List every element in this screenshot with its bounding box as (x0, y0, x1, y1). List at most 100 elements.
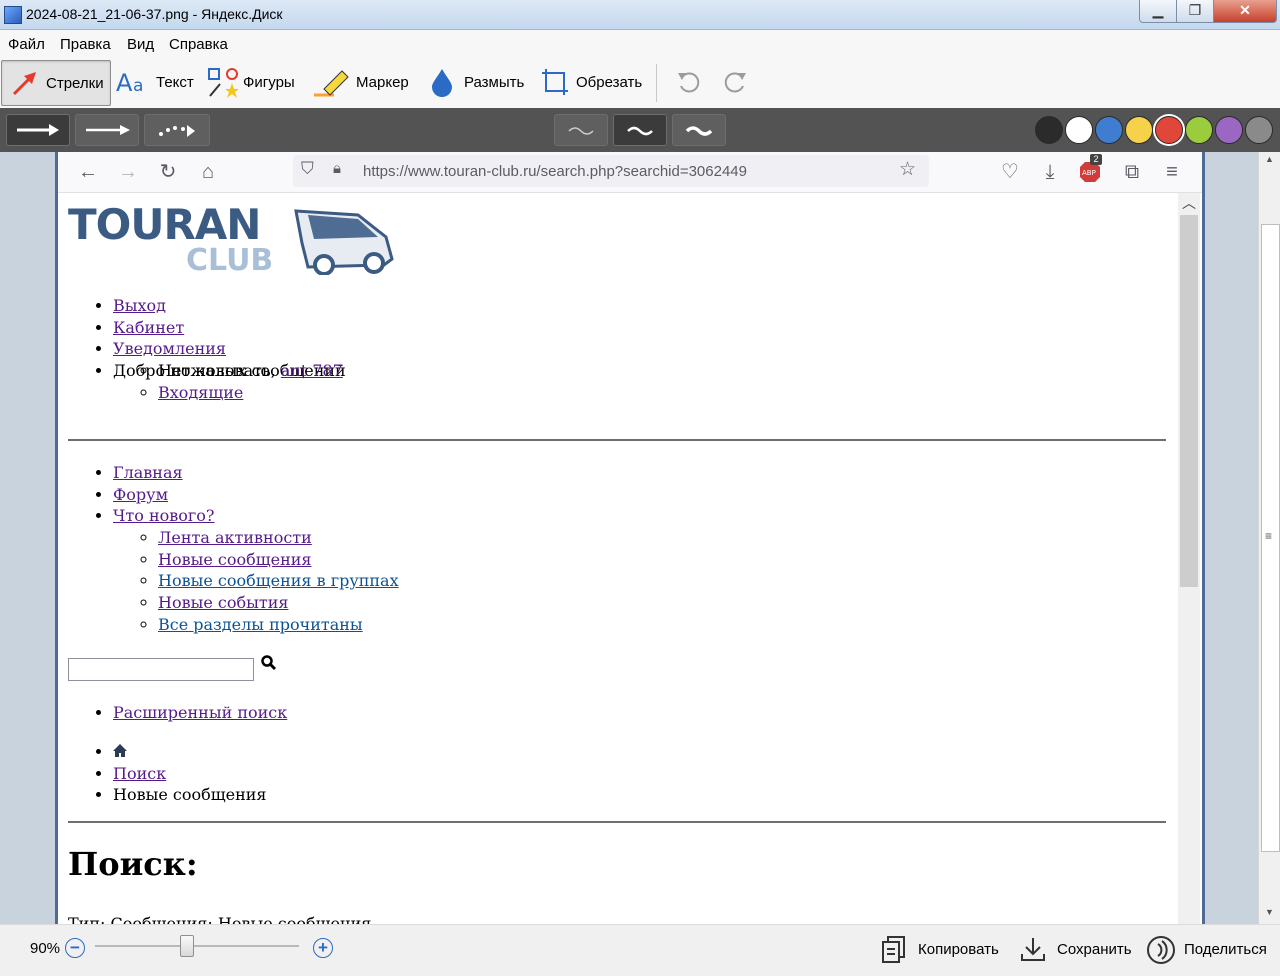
share-icon (1146, 935, 1175, 964)
page-scrollbar-thumb[interactable] (1180, 215, 1198, 587)
maximize-button[interactable]: ❐ (1176, 0, 1214, 23)
cabinet-link[interactable]: Кабинет (113, 318, 184, 337)
scroll-down-arrow-icon: ▼ (1265, 907, 1274, 917)
zoom-slider[interactable] (95, 945, 299, 947)
shield-icon: ⛉ (301, 159, 314, 178)
text-tool[interactable]: Aa Текст (116, 60, 194, 104)
marker-tool[interactable]: Маркер (314, 60, 409, 104)
arrow-icon (10, 68, 40, 98)
color-red-selected[interactable] (1155, 116, 1183, 144)
share-label: Поделиться (1184, 940, 1267, 958)
breadcrumb-search-link[interactable]: Поиск (113, 764, 166, 783)
minimize-button[interactable]: ▁ (1139, 0, 1177, 23)
dotted-arrow-icon (159, 125, 195, 137)
shapes-tool[interactable]: Фигуры (207, 60, 295, 104)
username-link[interactable]: ant 787 (281, 361, 343, 380)
image-canvas[interactable]: ← → ↻ ⌂ ⛉ 🔒︎ https://www.touran-club.ru/… (0, 152, 1280, 924)
addon-badge: 2 (1090, 154, 1102, 165)
text-tool-label: Текст (156, 73, 194, 91)
shapes-icon (207, 67, 239, 98)
color-white[interactable] (1065, 116, 1093, 144)
new-events-link[interactable]: Новые события (158, 593, 288, 612)
arrow-style-dotted[interactable] (144, 114, 210, 146)
menu-edit[interactable]: Правка (60, 36, 111, 53)
blur-drop-icon (428, 67, 458, 97)
list-item: Выход (113, 295, 346, 317)
save-label: Сохранить (1057, 940, 1132, 958)
zoom-in-button[interactable]: + (313, 938, 333, 958)
main-nav: Главная Форум Что нового? Лента активнос… (113, 462, 399, 634)
advanced-search-list: Расширенный поиск (113, 702, 287, 724)
activity-link[interactable]: Лента активности (158, 528, 312, 547)
divider (68, 821, 1166, 823)
search-icon[interactable] (261, 655, 277, 675)
save-button[interactable]: Сохранить (1019, 933, 1132, 965)
search-input[interactable] (68, 658, 254, 681)
list-item: Кабинет (113, 317, 346, 339)
color-black[interactable] (1035, 116, 1063, 144)
scroll-up-icon: ︿ (1182, 195, 1196, 211)
whats-new-link[interactable]: Что нового? (113, 506, 214, 525)
color-yellow[interactable] (1125, 116, 1153, 144)
notifications-link[interactable]: Уведомления (113, 339, 226, 358)
list-item: Новые сообщения (158, 549, 399, 571)
breadcrumb: Поиск Новые сообщения (113, 741, 267, 806)
home-icon: ⌂ (201, 161, 215, 183)
divider (68, 439, 1166, 441)
arrows-tool-label: Стрелки (46, 74, 104, 92)
user-menu: Выход Кабинет Уведомления Нет новых сооб… (113, 295, 346, 402)
new-posts-groups-link[interactable]: Новые сообщения в группах (158, 571, 399, 590)
list-item: Уведомления Нет новых сообщений Входящие (113, 338, 346, 401)
marker-icon (314, 67, 350, 97)
canvas-scrollbar[interactable]: ▲ ≡ ▼ (1258, 152, 1280, 924)
screenshot-image[interactable]: ← → ↻ ⌂ ⛉ 🔒︎ https://www.touran-club.ru/… (55, 152, 1205, 924)
menu-file[interactable]: Файл (8, 36, 45, 53)
svg-text:A: A (116, 69, 133, 97)
copy-button[interactable]: Копировать (880, 933, 999, 965)
breadcrumb-current: Новые сообщения (113, 784, 267, 806)
breadcrumb-home-icon[interactable] (113, 742, 127, 761)
menu-view[interactable]: Вид (127, 36, 154, 53)
arrow-style-thin[interactable] (75, 114, 139, 146)
extensions-icon: ⧉ (1124, 161, 1140, 183)
zoom-out-button[interactable]: − (65, 938, 85, 958)
thin-arrow-icon (86, 125, 130, 135)
back-icon: ← (78, 161, 98, 183)
redo-button[interactable] (720, 60, 756, 104)
forum-link[interactable]: Форум (113, 485, 168, 504)
star-icon: ☆ (899, 159, 917, 180)
close-window-button[interactable]: ✕ (1213, 0, 1277, 23)
arrow-style-thick[interactable] (6, 114, 70, 146)
thick-wave-icon (685, 126, 713, 136)
browser-toolbar: ← → ↻ ⌂ ⛉ 🔒︎ https://www.touran-club.ru/… (58, 152, 1202, 193)
logout-link[interactable]: Выход (113, 296, 166, 315)
crop-tool[interactable]: Обрезать (540, 60, 642, 104)
all-read-link[interactable]: Все разделы прочитаны (158, 615, 363, 634)
undo-button[interactable] (674, 60, 710, 104)
share-button[interactable]: Поделиться (1146, 933, 1267, 965)
line-width-thin[interactable] (554, 114, 608, 146)
menu-help[interactable]: Справка (169, 36, 228, 53)
line-width-thick[interactable] (672, 114, 726, 146)
list-item: Форум (113, 484, 399, 506)
zoom-slider-thumb[interactable] (179, 935, 194, 957)
blur-tool[interactable]: Размыть (428, 60, 524, 104)
color-gray[interactable] (1245, 116, 1273, 144)
color-green[interactable] (1185, 116, 1213, 144)
scroll-up-arrow-icon: ▲ (1265, 154, 1274, 164)
advanced-search-link[interactable]: Расширенный поиск (113, 703, 287, 722)
color-blue[interactable] (1095, 116, 1123, 144)
inbox-link[interactable]: Входящие (158, 383, 243, 402)
color-purple[interactable] (1215, 116, 1243, 144)
new-posts-link[interactable]: Новые сообщения (158, 550, 312, 569)
page-scrollbar[interactable]: ︿ (1178, 193, 1200, 924)
arrows-tool[interactable]: Стрелки (1, 60, 111, 106)
svg-text:ABP: ABP (1082, 169, 1096, 177)
crop-tool-label: Обрезать (576, 73, 643, 91)
line-width-medium[interactable] (613, 114, 667, 146)
list-item: Поиск (113, 763, 267, 785)
canvas-scrollbar-thumb[interactable]: ≡ (1261, 224, 1280, 852)
home-link[interactable]: Главная (113, 463, 183, 482)
list-item: Новые события (158, 592, 399, 614)
text-icon: Aa (116, 67, 150, 97)
